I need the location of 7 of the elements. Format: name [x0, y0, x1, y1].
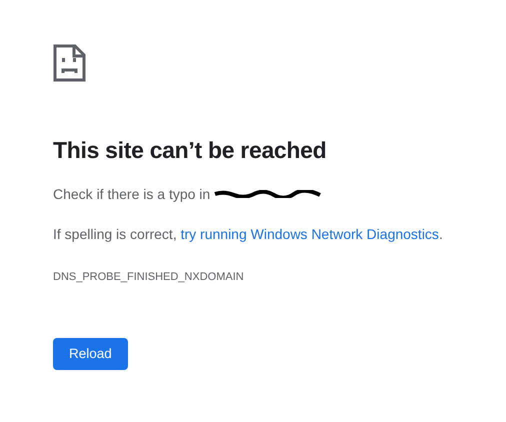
- reload-button[interactable]: Reload: [53, 338, 128, 370]
- diagnostics-link[interactable]: try running Windows Network Diagnostics: [180, 226, 439, 242]
- sad-page-icon: [53, 44, 86, 82]
- check-text: Check if there is a typo in: [53, 184, 210, 204]
- error-title: This site can’t be reached: [53, 137, 328, 165]
- error-code: DNS_PROBE_FINISHED_NXDOMAIN: [53, 270, 245, 285]
- suggestion-text: If spelling is correct, try running Windows Network Diagnostics.: [53, 224, 444, 244]
